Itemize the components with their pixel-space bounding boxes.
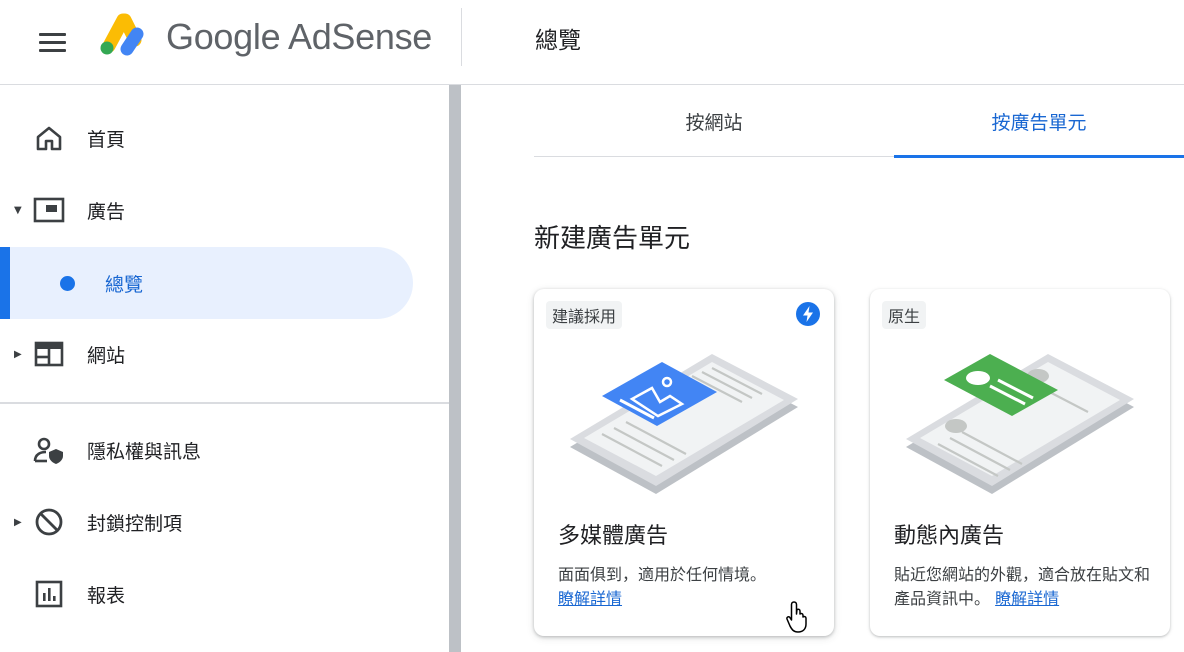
header-divider [461,8,462,66]
top-app-bar: Google AdSense 總覽 [0,0,1184,85]
sidebar-item-label: 報表 [87,584,126,607]
section-title: 新建廣告單元 [534,224,691,254]
sidebar-item-label: 總覽 [105,274,144,296]
learn-more-link[interactable]: 瞭解詳情 [558,589,622,608]
sidebar-item-label: 首頁 [87,128,126,151]
sidebar-item-ads[interactable]: ▼ 廣告 [0,185,420,235]
reports-icon [33,578,65,610]
display-ad-illustration [570,354,798,494]
in-feed-ads-card[interactable]: 原生 動態內廣告 貼近您網站的外觀，適合放在貼文和產品資訊中。 瞭解詳情 [870,289,1170,636]
card-description: 面面俱到，適用於任何情境。 瞭解詳情 [558,563,820,611]
card-title: 多媒體廣告 [558,524,669,549]
caret-down-icon[interactable]: ▼ [14,205,22,216]
ad-units-icon [33,194,65,226]
sidebar-item-blocking-controls[interactable]: ▶ 封鎖控制項 [0,497,420,547]
learn-more-link[interactable]: 瞭解詳情 [995,589,1059,608]
sidebar-item-label: 網站 [87,344,126,367]
sidebar: 首頁 ▼ 廣告 總覽 ▶ 網站 隱私權與訊息 ▶ 封鎖控制項 報表 [0,85,449,652]
sidebar-divider [0,402,449,404]
home-icon [33,122,65,154]
sidebar-item-label: 隱私權與訊息 [87,440,202,463]
sidebar-item-privacy[interactable]: 隱私權與訊息 [0,425,420,475]
sidebar-item-sites[interactable]: ▶ 網站 [0,329,420,379]
block-icon [33,506,65,538]
app-name: Google AdSense [166,16,433,57]
active-tab-indicator [894,155,1184,158]
menu-icon[interactable] [34,24,70,60]
privacy-icon [33,434,65,466]
tab-by-ad-unit[interactable]: 按廣告單元 [894,85,1184,158]
card-title: 動態內廣告 [894,524,1005,549]
sites-icon [33,338,65,370]
dot-icon [60,276,75,291]
tab-bar: 按網站 按廣告單元 [534,85,1184,158]
active-indicator [0,247,10,319]
native-badge: 原生 [882,301,927,329]
caret-right-icon[interactable]: ▶ [14,517,22,528]
display-ads-card[interactable]: 建議採用 多媒體廣告 面面俱到，適用於任何情境。 瞭解詳情 [534,289,834,636]
sidebar-item-label: 封鎖控制項 [87,512,183,535]
sidebar-item-reports[interactable]: 報表 [0,569,420,619]
card-description: 貼近您網站的外觀，適合放在貼文和產品資訊中。 瞭解詳情 [894,563,1156,611]
tab-label: 按廣告單元 [991,111,1087,134]
in-feed-ad-illustration [906,354,1134,494]
sidebar-item-overview[interactable]: 總覽 [0,247,413,319]
recommended-badge: 建議採用 [546,301,623,329]
lightning-icon [796,302,820,326]
hand-cursor-icon [786,601,807,633]
sidebar-scrollbar[interactable] [449,85,461,652]
sidebar-item-label: 廣告 [87,200,126,223]
tab-label: 按網站 [685,111,743,134]
caret-right-icon[interactable]: ▶ [14,349,22,360]
tab-by-site[interactable]: 按網站 [534,85,894,157]
main-content: 按網站 按廣告單元 新建廣告單元 建議採用 多媒體廣告 面面俱到，適用於任何情境… [461,85,1184,652]
adsense-logo-icon [100,13,144,56]
page-title: 總覽 [535,28,581,54]
card-description-text: 面面俱到，適用於任何情境。 [558,565,767,584]
sidebar-item-home[interactable]: 首頁 [0,113,420,163]
